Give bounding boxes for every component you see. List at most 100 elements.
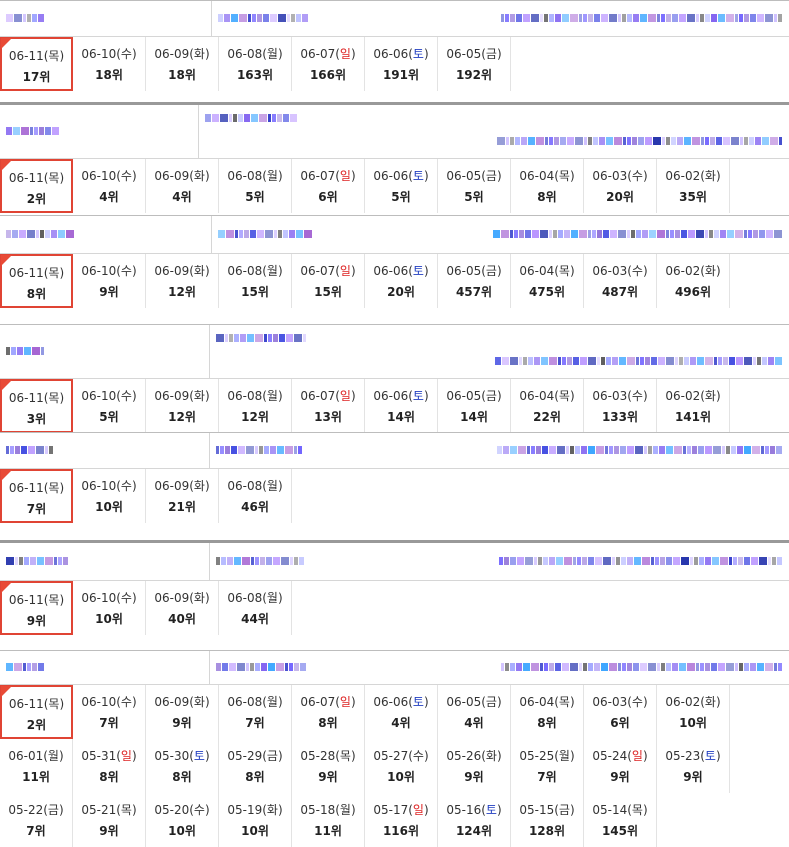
product-title-redacted[interactable] — [210, 543, 789, 580]
rank-value: 44위 — [241, 612, 269, 626]
rank-cell: 06-10(수) 4위 — [73, 159, 146, 213]
date-text: 06-03 — [592, 264, 628, 278]
rank-cell: 06-02(화) 496위 — [657, 254, 730, 308]
product-title-redacted[interactable] — [210, 433, 789, 468]
rank-cell: 06-09(화) 18위 — [146, 37, 219, 91]
weekday-text: 토 — [412, 47, 424, 61]
rank-cell: 06-08(월) 12위 — [219, 379, 292, 433]
rank-cell: 06-10(수) 7위 — [73, 685, 146, 739]
rank-value: 116위 — [382, 824, 420, 838]
rank-value: 8위 — [172, 770, 192, 784]
rank-value: 15위 — [241, 285, 269, 299]
rank-cell: 05-30(토) 8위 — [146, 739, 219, 793]
date-text: 06-09 — [154, 264, 190, 278]
rank-value: 10위 — [679, 716, 707, 730]
date-text: 06-06 — [373, 47, 409, 61]
rank-cell: 05-31(일) 8위 — [73, 739, 146, 793]
rank-cell: 06-05(금) 14위 — [438, 379, 511, 433]
date-text: 06-09 — [154, 695, 190, 709]
rank-date: 06-09(화) — [154, 169, 210, 183]
rank-date: 06-05(금) — [446, 47, 502, 61]
rank-date: 06-09(화) — [154, 695, 210, 709]
rank-value: 6위 — [610, 716, 630, 730]
date-text: 06-11 — [8, 49, 44, 63]
date-text: 06-08 — [227, 169, 263, 183]
rank-row: 06-11(목) 7위 06-10(수) 10위 06-09(화) 21위 06-08(월)… — [0, 469, 789, 523]
product-title-redacted[interactable] — [199, 105, 789, 158]
date-text: 06-10 — [81, 264, 117, 278]
rank-cell: 05-29(금) 8위 — [219, 739, 292, 793]
date-text: 06-10 — [81, 389, 117, 403]
date-text: 06-05 — [446, 389, 482, 403]
rank-date: 06-01(월) — [8, 749, 64, 763]
rank-cell-today: 06-11(목) 2위 — [0, 159, 73, 213]
product-name-redacted — [0, 325, 210, 378]
weekday-text: 일 — [339, 47, 351, 61]
weekday-text: 수 — [120, 591, 132, 605]
rank-cell: 06-09(화) 9위 — [146, 685, 219, 739]
rank-cell: 06-10(수) 10위 — [73, 581, 146, 635]
product-title-redacted[interactable] — [210, 651, 789, 684]
rank-row: 06-11(목) 3위 06-10(수) 5위 06-09(화) 12위 06-08(월) 1… — [0, 379, 789, 433]
weekday-text: 월 — [266, 389, 278, 403]
date-text: 06-02 — [665, 264, 701, 278]
date-text: 06-04 — [519, 169, 555, 183]
rank-date: 06-06(토) — [373, 389, 429, 403]
weekday-text: 화 — [193, 695, 205, 709]
date-text: 06-10 — [81, 695, 117, 709]
rank-value: 191위 — [382, 68, 420, 82]
date-text: 06-01 — [8, 749, 44, 763]
rank-value: 17위 — [22, 70, 51, 84]
rank-cell: 05-14(목) 145위 — [584, 793, 657, 847]
weekday-text: 수 — [120, 695, 132, 709]
rank-cell: 05-18(월) 11위 — [292, 793, 365, 847]
weekday-text: 금 — [485, 47, 497, 61]
rank-cell-today: 06-11(목) 3위 — [0, 379, 73, 433]
date-text: 06-03 — [592, 389, 628, 403]
rank-value: 12위 — [241, 410, 269, 424]
weekday-text: 월 — [266, 591, 278, 605]
date-text: 06-05 — [446, 47, 482, 61]
rank-cell-today: 06-11(목) 8위 — [0, 254, 73, 308]
date-text: 06-05 — [446, 264, 482, 278]
rank-cell: 06-05(금) 192위 — [438, 37, 511, 91]
rank-cell-today: 06-11(목) 2위 — [0, 685, 73, 739]
product-title-redacted[interactable] — [212, 1, 789, 36]
rank-date: 05-26(화) — [446, 749, 502, 763]
rank-value: 8위 — [318, 716, 338, 730]
date-text: 06-10 — [81, 169, 117, 183]
rank-date: 05-18(월) — [300, 803, 356, 817]
rank-cell: 06-07(일) 6위 — [292, 159, 365, 213]
rank-date: 05-25(월) — [519, 749, 575, 763]
rank-value: 6위 — [318, 190, 338, 204]
rank-row: 06-01(월) 11위 05-31(일) 8위 05-30(토) 8위 05-29(금) 8… — [0, 739, 789, 793]
weekday-text: 토 — [704, 749, 716, 763]
rank-date: 06-08(월) — [227, 47, 283, 61]
weekday-text: 일 — [339, 389, 351, 403]
rank-date: 06-09(화) — [154, 389, 210, 403]
weekday-text: 일 — [631, 749, 643, 763]
weekday-text: 토 — [485, 803, 497, 817]
weekday-text: 목 — [631, 803, 643, 817]
today-flag-icon — [1, 582, 12, 593]
rank-date: 05-19(화) — [227, 803, 283, 817]
weekday-text: 토 — [412, 389, 424, 403]
rank-cell: 06-10(수) 10위 — [73, 469, 146, 523]
rank-value: 20위 — [387, 285, 415, 299]
rank-value: 14위 — [387, 410, 415, 424]
rank-date: 06-11(목) — [8, 391, 65, 405]
product-title-redacted[interactable] — [210, 325, 789, 378]
rank-date: 06-06(토) — [373, 169, 429, 183]
date-text: 06-04 — [519, 389, 555, 403]
rank-date: 06-10(수) — [81, 479, 137, 493]
date-text: 06-05 — [446, 695, 482, 709]
rank-cell: 05-23(토) 9위 — [657, 739, 730, 793]
product-title-redacted[interactable] — [212, 216, 789, 253]
weekday-text: 수 — [120, 169, 132, 183]
rank-value: 2위 — [26, 718, 47, 732]
date-text: 06-03 — [592, 169, 628, 183]
date-text: 06-09 — [154, 479, 190, 493]
product-header — [0, 216, 789, 254]
rank-value: 10위 — [241, 824, 269, 838]
rank-value: 5위 — [464, 190, 484, 204]
